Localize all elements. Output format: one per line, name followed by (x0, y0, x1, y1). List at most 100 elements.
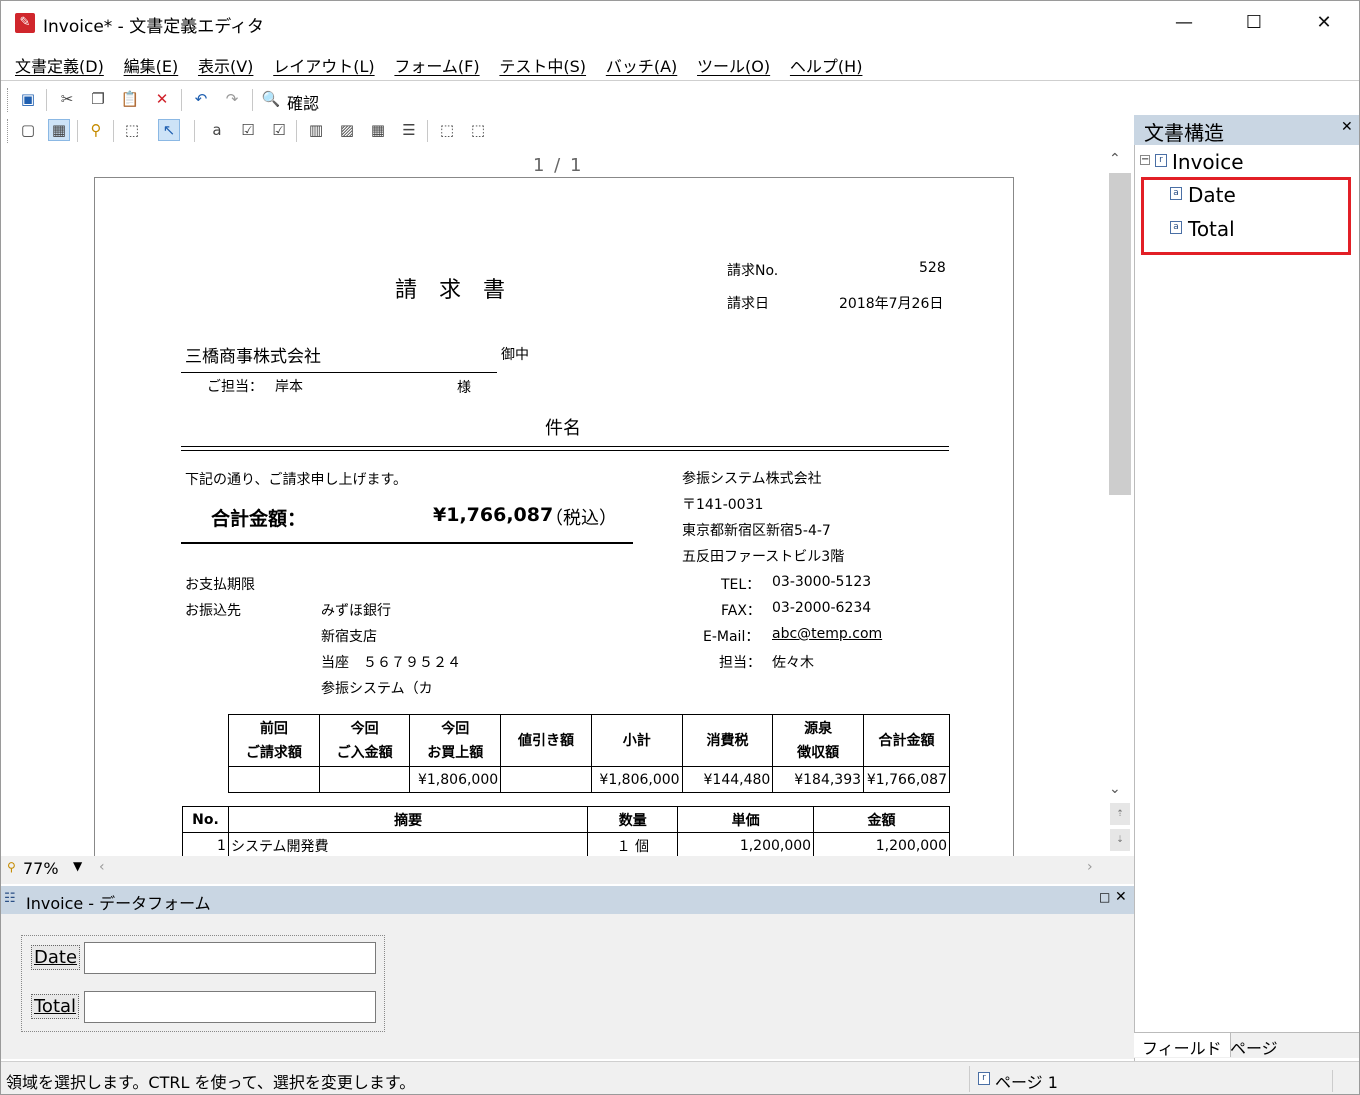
toolbar-separator (77, 120, 78, 142)
copy-icon[interactable]: ❐ (87, 88, 109, 110)
menu-edit[interactable]: 編集(E) (124, 53, 179, 77)
summary-header-line1: 合計金額 (878, 732, 935, 749)
invoice-no-value: 528 (919, 260, 946, 276)
scroll-right-icon[interactable]: › (1087, 859, 1093, 875)
page-indicator: 1 / 1 (533, 155, 584, 176)
summary-value-cell: ¥1,766,087 (863, 766, 950, 793)
rep-value: 佐々木 (772, 655, 814, 671)
tree-item-date[interactable]: Date (1188, 183, 1236, 207)
barcode-icon[interactable]: ▥ (305, 119, 327, 141)
repeat-icon[interactable]: ☰ (398, 119, 420, 141)
summary-header-cell: 今回 お買上額 (409, 714, 502, 767)
toolbar-separator (427, 120, 428, 142)
subject-label: 件名 (545, 418, 581, 439)
date-input[interactable] (84, 942, 376, 974)
paste-icon[interactable]: 📋 (119, 88, 141, 110)
document-viewer[interactable]: 1 / 1 請 求 書 請求No. 528 請求日 2018年7月26日 三橋商… (1, 147, 1111, 857)
summary-header-line2: 徴収額 (797, 744, 840, 761)
scroll-left-icon[interactable]: ‹ (99, 859, 105, 875)
email-label: E-Mail： (703, 629, 760, 645)
structure-header: 文書構造 ✕ (1134, 115, 1359, 145)
total-field-label[interactable]: Total (31, 994, 80, 1019)
menu-help[interactable]: ヘルプ(H) (790, 53, 863, 77)
close-button[interactable]: ✕ (1289, 1, 1359, 45)
form-view-icon[interactable]: ▦ (48, 119, 70, 141)
zoom-dropdown-icon[interactable]: ▼ (73, 859, 82, 873)
menu-document[interactable]: 文書定義(D) (15, 53, 104, 77)
total-amount: ¥1,766,087 (433, 504, 554, 526)
toolbar-separator (194, 120, 195, 142)
text-field-icon[interactable]: a (206, 119, 228, 141)
tree-item-total[interactable]: Total (1188, 217, 1235, 241)
save-icon[interactable]: ▣ (17, 88, 39, 110)
summary-header-line1: 源泉 (804, 720, 833, 737)
total-tax-note: （税込） (545, 508, 617, 529)
fax-label: FAX： (721, 603, 761, 619)
main-toolbar: ▣ ✂ ❐ 📋 ✕ ↶ ↷ 🔍 確認 (1, 85, 1136, 115)
summary-header-line2: ご入金額 (336, 744, 393, 761)
detail-cell: 1,200,000 (677, 832, 815, 857)
image-icon[interactable]: ▨ (336, 119, 358, 141)
detail-header-cell: 摘要 (227, 806, 589, 833)
close-panel-icon[interactable]: ✕ (1115, 889, 1127, 905)
tab-fields[interactable]: フィールド (1134, 1033, 1231, 1058)
toolbar-grip[interactable] (7, 88, 10, 112)
menu-batch[interactable]: バッチ(A) (606, 53, 677, 77)
invoice-page[interactable]: 請 求 書 請求No. 528 請求日 2018年7月26日 三橋商事株式会社 … (94, 177, 1014, 857)
tab-page[interactable]: ページ (1222, 1033, 1286, 1058)
intro-text: 下記の通り、ご請求申し上げます。 (185, 472, 408, 488)
cut-icon[interactable]: ✂ (56, 88, 78, 110)
confirm-icon[interactable]: 🔍 (260, 88, 282, 110)
menu-tools[interactable]: ツール(O) (697, 53, 770, 77)
detail-cell: １ 個 (587, 832, 679, 857)
menu-layout[interactable]: レイアウト(L) (273, 53, 374, 77)
ungroup-icon[interactable]: ⬚ (467, 119, 489, 141)
toolbar-separator (252, 89, 253, 111)
total-label: 合計金額： (211, 508, 307, 530)
status-divider (1332, 1070, 1333, 1092)
delete-icon[interactable]: ✕ (151, 88, 173, 110)
detail-header-cell: 数量 (587, 806, 679, 833)
detail-header-cell: No. (182, 806, 229, 833)
checkbox-icon[interactable]: ☑ (237, 119, 259, 141)
company-name: 参振システム株式会社 (682, 471, 822, 487)
collapse-icon[interactable]: − (1140, 155, 1150, 165)
minimize-button[interactable]: — (1149, 1, 1219, 45)
pointer-icon[interactable]: ↖ (158, 119, 180, 141)
group-icon[interactable]: ⬚ (436, 119, 458, 141)
contact-label: ご担当： (207, 379, 263, 395)
summary-header-cell: 前回 ご請求額 (228, 714, 320, 767)
page-view-icon[interactable]: ▢ (17, 119, 39, 141)
maximize-panel-icon[interactable]: □ (1099, 890, 1110, 904)
detail-header-cell: 単価 (677, 806, 815, 833)
total-input[interactable] (84, 991, 376, 1023)
menu-form[interactable]: フォーム(F) (394, 53, 479, 77)
menu-test[interactable]: テスト中(S) (499, 53, 586, 77)
date-field-label[interactable]: Date (31, 945, 81, 970)
redo-icon[interactable]: ↷ (221, 88, 243, 110)
toolbar-grip[interactable] (7, 119, 10, 143)
checkbox-alt-icon[interactable]: ☑ (268, 119, 290, 141)
zoom-level[interactable]: 77% (23, 859, 59, 878)
scroll-up-icon[interactable]: ⌃ (1109, 151, 1121, 167)
edit-toolbar: ▢ ▦ ⚲ ⬚ ↖ a ☑ ☑ ▥ ▨ ▦ ☰ ⬚ ⬚ (1, 116, 1136, 146)
menu-view[interactable]: 表示(V) (198, 53, 253, 77)
region-select-icon[interactable]: ⬚ (121, 119, 143, 141)
split-up-icon[interactable]: ⇡ (1110, 803, 1130, 825)
bank-name: みずほ銀行 (321, 603, 391, 619)
app-logo-icon: ✎ (15, 13, 35, 33)
zoom-icon: ⚲ (7, 860, 16, 874)
summary-value-cell: ¥144,480 (681, 766, 774, 793)
close-panel-icon[interactable]: ✕ (1341, 119, 1353, 135)
confirm-button[interactable]: 確認 (287, 90, 319, 114)
summary-header-cell: 源泉 徴収額 (772, 714, 865, 767)
undo-icon[interactable]: ↶ (190, 88, 212, 110)
scrollbar-thumb[interactable] (1109, 173, 1131, 495)
zoom-icon[interactable]: ⚲ (85, 119, 107, 141)
tree-root-invoice[interactable]: Invoice (1172, 150, 1244, 174)
maximize-button[interactable]: ☐ (1219, 1, 1289, 45)
split-down-icon[interactable]: ⇣ (1110, 829, 1130, 851)
table-icon[interactable]: ▦ (367, 119, 389, 141)
scroll-down-icon[interactable]: ⌄ (1109, 781, 1121, 797)
app-window: ✎ Invoice* - 文書定義エディタ — ☐ ✕ 文書定義(D) 編集(E… (0, 0, 1360, 1095)
